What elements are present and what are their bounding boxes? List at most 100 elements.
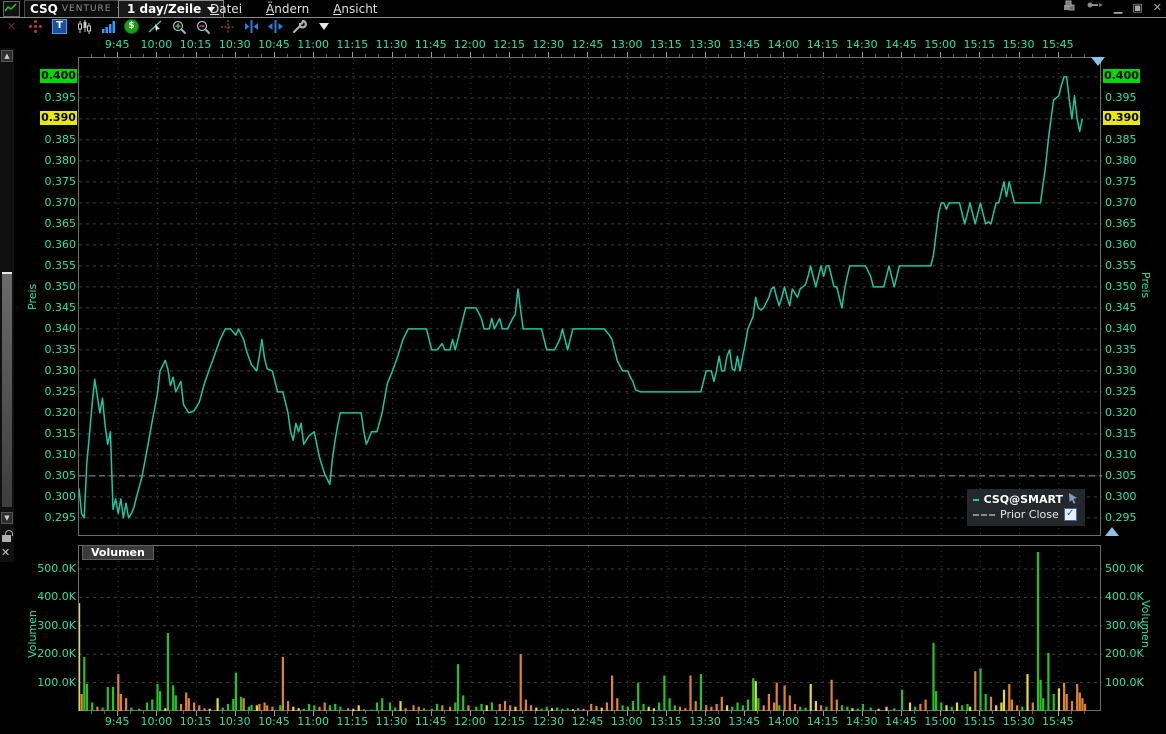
trendline-tool-icon[interactable] <box>148 20 163 34</box>
time-tick <box>992 54 993 57</box>
time-tick <box>888 711 889 714</box>
time-tick <box>836 54 837 57</box>
compress-bars-icon[interactable] <box>244 20 259 34</box>
time-tick <box>561 711 562 714</box>
price-tick-label: 0.380 <box>1105 154 1137 167</box>
time-tick <box>574 54 575 57</box>
time-tick <box>666 711 667 716</box>
time-tick <box>1071 711 1072 714</box>
time-tick <box>287 711 288 714</box>
time-tick <box>953 711 954 714</box>
time-tick <box>601 711 602 714</box>
time-tick <box>313 711 314 716</box>
dropdown-arrow-icon[interactable] <box>316 20 331 34</box>
remove-chart-icon[interactable]: ✕ <box>4 20 19 34</box>
time-tick <box>614 54 615 57</box>
time-tick <box>339 711 340 714</box>
time-label-bottom: 13:15 <box>650 715 682 728</box>
chart-toolbar: ✕ T $ <box>0 18 1166 35</box>
series-legend-label: CSQ@SMART <box>984 493 1063 506</box>
time-tick <box>901 711 902 716</box>
time-tick <box>169 54 170 57</box>
time-tick <box>235 711 236 716</box>
time-label-bottom: 12:45 <box>572 715 604 728</box>
title-bar: CSQ VENTURE 1 day/Zeile Datei Ändern Ansic… <box>0 0 1166 18</box>
volume-plot-area[interactable] <box>78 545 1101 711</box>
time-tick <box>196 52 197 57</box>
time-tick <box>875 711 876 714</box>
time-label-top: 12:45 <box>572 38 604 51</box>
unlock-icon[interactable] <box>2 530 12 542</box>
time-tick <box>783 52 784 57</box>
scrollbar-thumb[interactable] <box>2 272 12 507</box>
time-label-top: 11:00 <box>297 38 329 51</box>
volume-mode-icon[interactable] <box>100 20 115 34</box>
price-highlight-0.400: 0.400 <box>40 69 77 83</box>
crosshair-icon[interactable] <box>220 20 235 34</box>
time-label-bottom: 11:45 <box>415 715 447 728</box>
dollar-indicator-icon[interactable]: $ <box>124 20 139 34</box>
menu-ansicht[interactable]: Ansicht <box>333 2 377 16</box>
symbol-selector[interactable]: CSQ VENTURE <box>24 0 131 17</box>
price-tick-label: 0.325 <box>38 385 76 398</box>
text-annotation-icon[interactable]: T <box>52 20 67 34</box>
volume-tick-label: 200.0K <box>1105 647 1144 660</box>
maximize-icon[interactable]: ▣ <box>1132 1 1142 15</box>
time-tick <box>522 54 523 57</box>
time-tick <box>548 52 549 57</box>
time-label-bottom: 13:30 <box>689 715 721 728</box>
tracker-dots-icon[interactable] <box>28 20 43 34</box>
time-tick <box>352 52 353 57</box>
time-label-bottom: 11:30 <box>376 715 408 728</box>
time-label-top: 9:45 <box>105 38 130 51</box>
close-panel-icon[interactable]: ✕ <box>1 546 10 559</box>
volume-panel-title: Volumen <box>82 545 154 560</box>
close-icon[interactable]: ✕ <box>1153 1 1162 15</box>
time-label-top: 10:45 <box>258 38 290 51</box>
candlestick-mode-icon[interactable] <box>76 20 91 34</box>
group-windows-icon[interactable] <box>1063 0 1076 16</box>
time-tick <box>287 54 288 57</box>
time-tick <box>405 54 406 57</box>
time-tick <box>418 54 419 57</box>
time-label-bottom: 10:45 <box>258 715 290 728</box>
prior-close-checkbox[interactable]: ✓ <box>1064 508 1077 521</box>
pin-icon[interactable] <box>1086 0 1104 16</box>
price-tick-label: 0.335 <box>1105 343 1137 356</box>
zoom-out-icon[interactable] <box>196 20 211 34</box>
time-tick <box>444 54 445 57</box>
time-tick <box>718 711 719 714</box>
scroll-down-button[interactable]: ▼ <box>1 512 13 524</box>
time-label-bottom: 9:45 <box>105 715 130 728</box>
time-label-bottom: 13:45 <box>728 715 760 728</box>
zoom-in-icon[interactable] <box>172 20 187 34</box>
menu-andern[interactable]: Ändern <box>266 2 309 16</box>
menu-datei[interactable]: Datei <box>210 2 242 16</box>
chart-window: CSQ VENTURE 1 day/Zeile Datei Ändern Ansic… <box>0 0 1166 734</box>
time-tick <box>326 54 327 57</box>
timeframe-selector[interactable]: 1 day/Zeile <box>118 0 224 17</box>
time-tick <box>627 711 628 716</box>
time-label-top: 12:15 <box>493 38 525 51</box>
price-plot-area[interactable] <box>78 57 1101 536</box>
latest-data-marker-top[interactable] <box>1091 57 1105 66</box>
time-tick <box>797 711 798 714</box>
time-label-top: 12:00 <box>454 38 486 51</box>
time-tick <box>1032 54 1033 57</box>
volume-tick-label: 400.0K <box>1105 590 1144 603</box>
wrench-icon[interactable] <box>292 20 307 34</box>
time-tick <box>104 54 105 57</box>
time-tick <box>496 711 497 714</box>
time-label-top: 14:00 <box>768 38 800 51</box>
expand-bars-icon[interactable] <box>268 20 283 34</box>
price-tick-label: 0.310 <box>38 448 76 461</box>
time-tick <box>274 711 275 716</box>
time-label-top: 10:15 <box>180 38 212 51</box>
price-tick-label: 0.355 <box>38 259 76 272</box>
price-tick-label: 0.295 <box>38 511 76 524</box>
minimize-icon[interactable]: ▁ <box>1114 1 1122 15</box>
time-tick <box>862 711 863 716</box>
scroll-up-button[interactable]: ▲ <box>1 50 13 62</box>
latest-data-marker-bottom[interactable] <box>1105 527 1119 536</box>
time-tick <box>248 711 249 714</box>
